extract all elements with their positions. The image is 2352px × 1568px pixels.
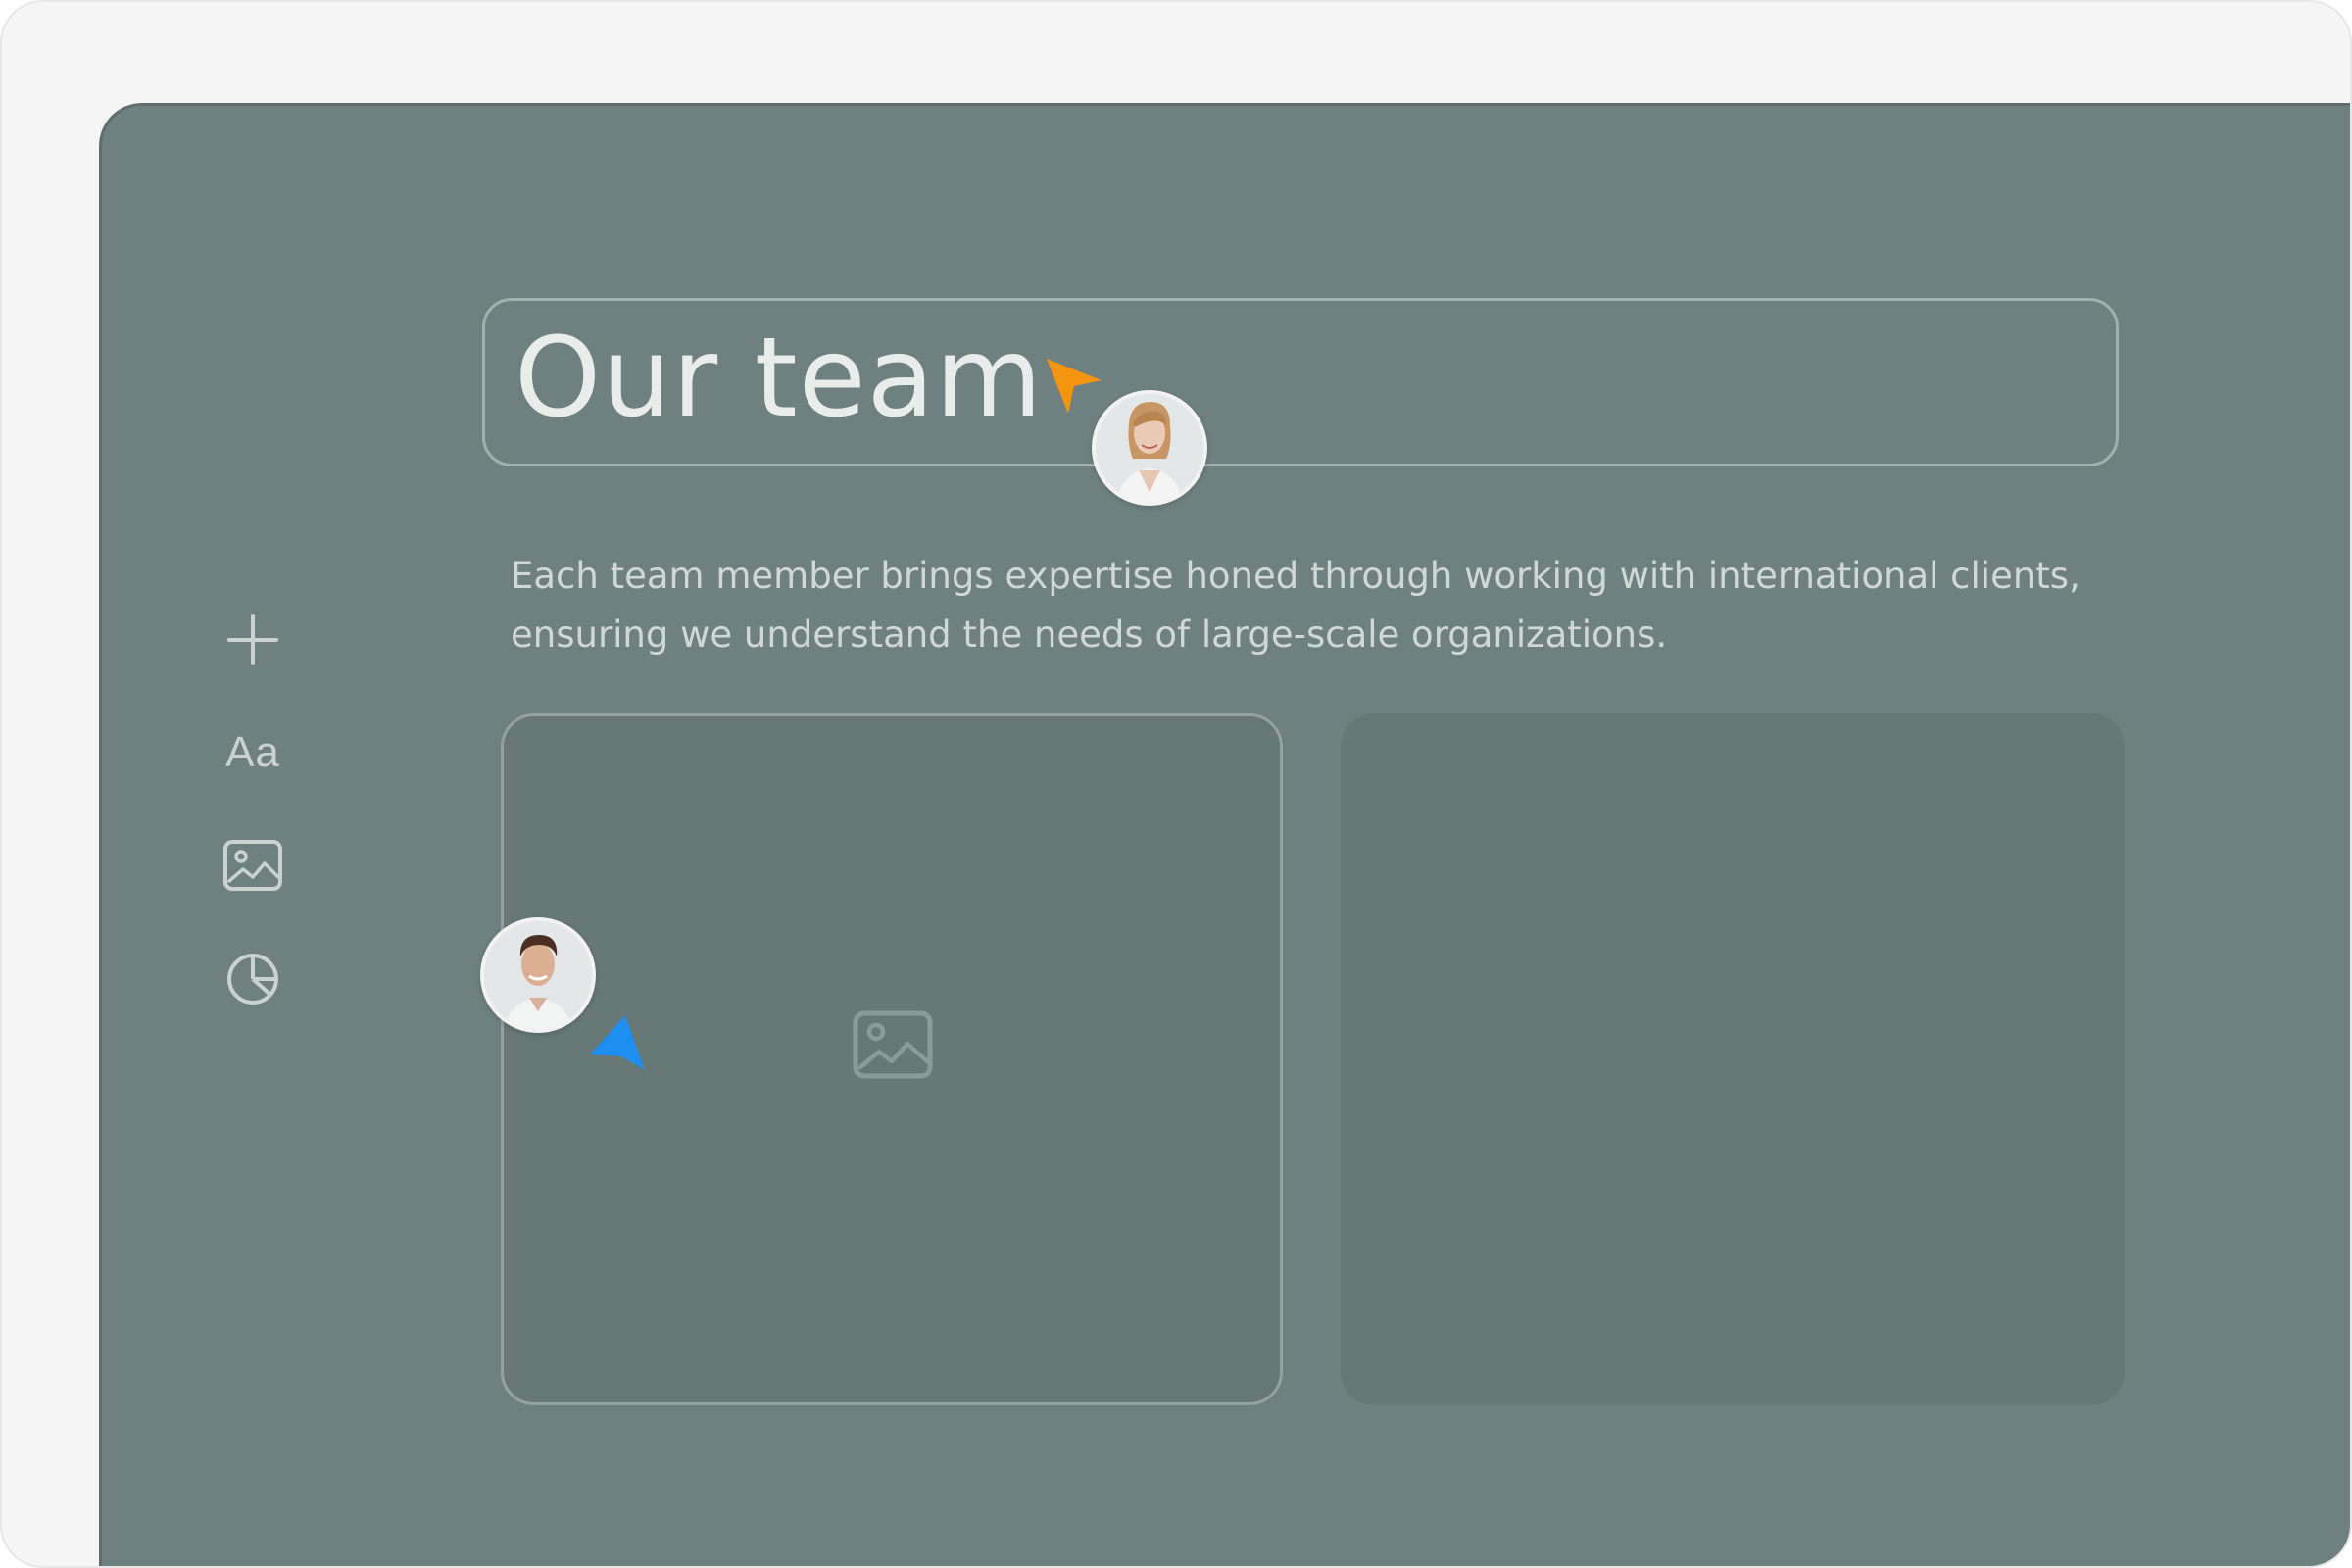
image-tool-button[interactable]	[212, 824, 294, 906]
slide-description[interactable]: Each team member brings expertise honed …	[511, 547, 2118, 664]
image-placeholder-right[interactable]	[1341, 713, 2125, 1405]
app-window: Aa Our team Each team member brings expe…	[0, 0, 2352, 1568]
slide-title: Our team	[514, 315, 1044, 442]
man-avatar	[480, 917, 596, 1033]
add-button[interactable]	[212, 599, 294, 681]
collaborator-cursor-orange	[1047, 359, 1102, 414]
image-icon	[223, 840, 282, 891]
woman-avatar	[1092, 390, 1207, 506]
slide-canvas: Aa Our team Each team member brings expe…	[99, 103, 2350, 1566]
description-line: ensuring we understand the needs of larg…	[511, 613, 1668, 656]
pie-chart-icon	[227, 954, 278, 1004]
image-icon	[853, 1010, 933, 1079]
man-avatar-image	[484, 921, 592, 1029]
chart-tool-button[interactable]	[212, 938, 294, 1020]
plus-icon	[227, 614, 278, 665]
title-textbox[interactable]: Our team	[482, 298, 2119, 466]
text-tool-button[interactable]: Aa	[212, 711, 294, 794]
collaborator-cursor-blue	[590, 1015, 645, 1070]
description-line: Each team member brings expertise honed …	[511, 555, 2081, 597]
text-icon: Aa	[225, 728, 280, 776]
woman-avatar-image	[1096, 394, 1203, 502]
